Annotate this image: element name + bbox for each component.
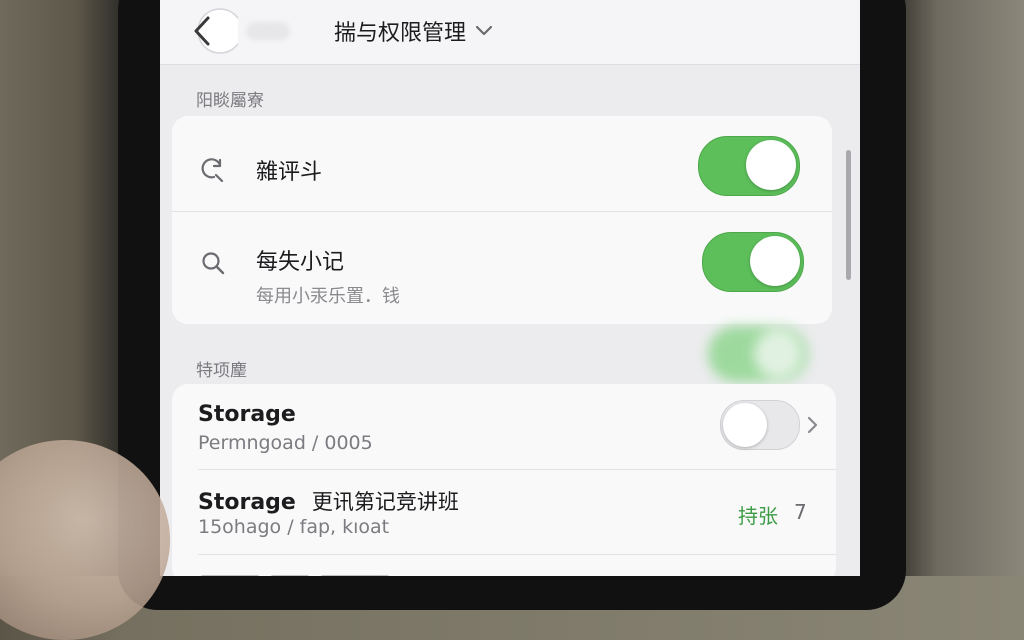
partial-next-row <box>200 566 820 576</box>
chevron-down-icon <box>475 25 493 36</box>
storage-row-2-title[interactable]: Storage 更讯第记竞讲班 <box>198 486 459 516</box>
blurred-toggle-ghost <box>708 326 808 382</box>
status-count: 7 <box>794 500 807 524</box>
nav-indicator <box>246 22 290 40</box>
toggle-knob <box>750 236 800 286</box>
toggle-switch-3[interactable] <box>720 400 800 450</box>
storage-subtitle-1: Permngoad / 0005 <box>198 432 373 454</box>
section-label-2: 特项麈 <box>196 361 247 381</box>
settings-card-2: Storage Permngoad / 0005 Storage 更讯第记竞讲班… <box>172 384 836 576</box>
refresh-search-icon <box>201 158 224 182</box>
search-icon <box>202 252 225 275</box>
toggle-knob <box>746 140 796 190</box>
storage-subtitle-2: 15ohago / fap, kıoat <box>198 516 390 538</box>
toggle-switch-2[interactable] <box>702 232 804 292</box>
background-right <box>900 0 1024 576</box>
navigation-bar: 揣与权限管理 <box>160 0 860 65</box>
toggle-switch-1[interactable] <box>698 136 800 196</box>
chevron-left-icon <box>194 8 238 54</box>
phone-screen: 揣与权限管理 阳睒屬寮 雜评斗 每失小记 每用小汞乐置．钱 特项麈 Storag… <box>160 0 860 576</box>
storage-title-suffix-2: 更讯第记竞讲班 <box>311 490 459 514</box>
row-divider <box>198 469 836 470</box>
storage-title-1: Storage <box>198 402 296 427</box>
row-divider <box>198 554 836 555</box>
storage-title-2: Storage <box>198 490 296 515</box>
row-divider <box>172 211 832 212</box>
section-label-1: 阳睒屬寮 <box>196 91 264 111</box>
status-label: 持张 <box>738 504 778 528</box>
back-button[interactable] <box>186 8 238 54</box>
toggle-knob <box>754 330 802 378</box>
settings-card-1: 雜评斗 每失小记 每用小汞乐置．钱 <box>172 116 832 324</box>
scroll-indicator[interactable] <box>846 150 851 280</box>
toggle-knob <box>723 403 767 447</box>
page-title-text: 揣与权限管理 <box>334 21 467 46</box>
row-title-1: 雜评斗 <box>256 160 323 185</box>
row-title-2: 每失小记 <box>256 250 345 275</box>
chevron-right-icon[interactable] <box>806 416 818 434</box>
row-subtitle-2: 每用小汞乐置．钱 <box>256 286 400 307</box>
page-title[interactable]: 揣与权限管理 <box>334 16 494 46</box>
